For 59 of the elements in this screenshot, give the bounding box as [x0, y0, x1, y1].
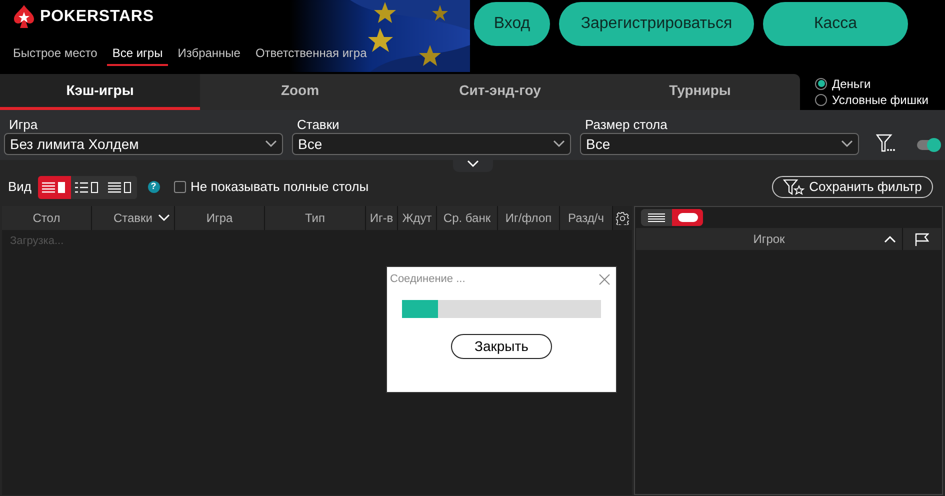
column-header[interactable]: Игра: [175, 206, 265, 230]
tab[interactable]: Zoom: [200, 74, 400, 110]
chevron-down-icon: [158, 214, 170, 222]
nav-link[interactable]: Избранные: [172, 44, 246, 66]
nav-link[interactable]: Все игры: [107, 44, 168, 66]
chevron-down-icon: [553, 140, 565, 148]
tab[interactable]: Кэш-игры: [0, 74, 200, 110]
column-header[interactable]: Стол: [2, 206, 92, 230]
column-header[interactable]: Иг/флоп: [498, 206, 560, 230]
save-filter-button[interactable]: Сохранить фильтр: [772, 176, 933, 198]
filter-dropdown[interactable]: Без лимита Холдем: [4, 133, 283, 155]
filter-label: Игра: [8, 117, 39, 133]
close-button[interactable]: Закрыть: [451, 334, 552, 359]
header-button[interactable]: Зарегистрироваться: [559, 2, 754, 46]
chevron-up-icon: [884, 235, 896, 243]
tab[interactable]: Турниры: [600, 74, 800, 110]
chevron-down-icon: [841, 140, 853, 148]
radio-button[interactable]: [815, 94, 827, 106]
tab[interactable]: Сит-энд-гоу: [400, 74, 600, 110]
list-view-icon: [75, 180, 100, 194]
checkbox-label: Не показывать полные столы: [190, 178, 369, 196]
help-icon[interactable]: ?: [148, 181, 160, 193]
spade-star-logo-icon: [14, 5, 34, 29]
filter-dropdown[interactable]: Все: [580, 133, 859, 155]
list-view-icon: [108, 180, 132, 194]
nav-link[interactable]: Ответственная игра: [250, 44, 372, 66]
flag-icon[interactable]: [915, 232, 929, 246]
checkbox[interactable]: [174, 181, 186, 193]
player-view-button[interactable]: [672, 209, 703, 226]
header-button[interactable]: Вход: [474, 2, 550, 46]
chevron-down-icon: [265, 140, 277, 148]
settings-icon[interactable]: [616, 212, 629, 224]
column-header[interactable]: Тип: [265, 206, 366, 230]
filter-label: Ставки: [296, 117, 340, 133]
lines-icon: [648, 213, 665, 222]
chevron-down-icon: [466, 160, 478, 168]
expand-tab[interactable]: [452, 160, 492, 172]
close-icon[interactable]: [599, 274, 610, 284]
filter-label: Размер стола: [584, 117, 668, 133]
list-view-icon: [42, 180, 66, 194]
toggle-switch[interactable]: [917, 140, 939, 150]
view-mode-button[interactable]: [38, 176, 71, 198]
header-button[interactable]: Касса: [763, 2, 908, 46]
radio-label: Деньги: [832, 76, 871, 92]
radio-button[interactable]: [815, 78, 827, 90]
dialog-title: Соединение ...: [390, 272, 466, 287]
radio-label: Условные фишки: [832, 92, 928, 108]
pill-icon: [678, 213, 698, 222]
filter-icon[interactable]: [876, 134, 896, 152]
filter-dropdown[interactable]: Все: [292, 133, 571, 155]
column-header[interactable]: Ставки: [92, 206, 175, 230]
logo-text: POKERSTARS: [40, 7, 154, 27]
column-header[interactable]: Ждут: [398, 206, 437, 230]
column-header[interactable]: Разд/ч: [560, 206, 613, 230]
nav-link[interactable]: Быстрое место: [8, 44, 102, 66]
column-header[interactable]: Иг-в: [366, 206, 398, 230]
filter-star-icon: [783, 179, 806, 195]
column-header[interactable]: Ср. банк: [437, 206, 498, 230]
view-label: Вид: [8, 178, 32, 196]
